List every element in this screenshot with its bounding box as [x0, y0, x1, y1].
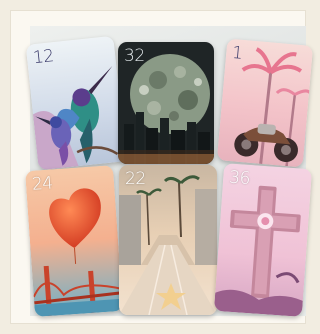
card-number: 22 [125, 169, 146, 189]
card-24[interactable]: 24 [25, 165, 123, 317]
card-12[interactable]: 12 [25, 35, 127, 171]
card-22[interactable]: 22 [119, 165, 217, 315]
card-number: 36 [228, 167, 251, 189]
card-number: 12 [32, 46, 55, 69]
card-number: 1 [231, 42, 244, 64]
card-number: 24 [31, 173, 54, 195]
card-1[interactable]: 1 [216, 38, 314, 168]
card-32[interactable]: 32 [118, 42, 214, 164]
card-number: 32 [124, 46, 145, 66]
card-36[interactable]: 36 [213, 163, 313, 317]
